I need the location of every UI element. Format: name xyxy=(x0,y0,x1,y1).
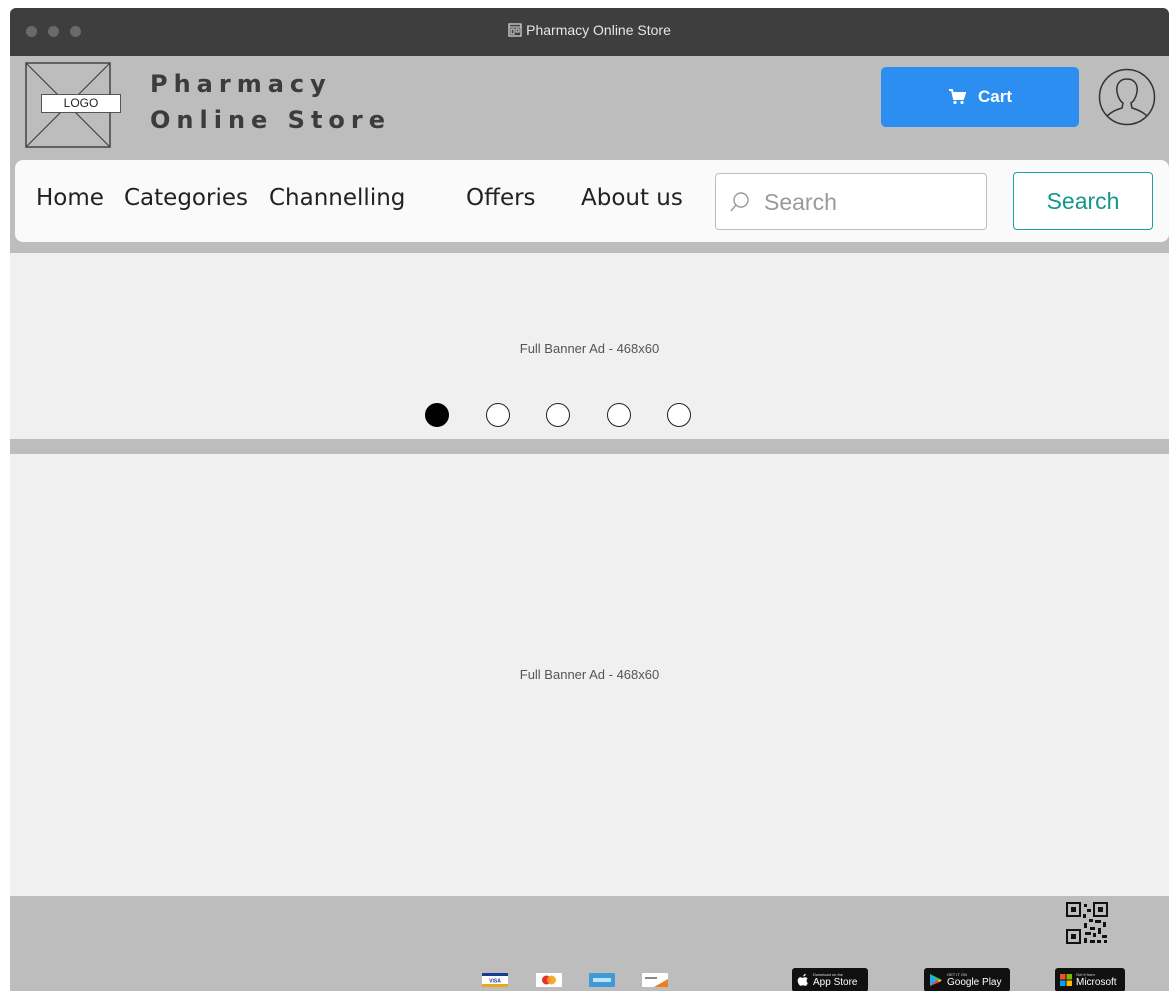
app-store-badge[interactable]: Download on the App Store xyxy=(792,968,868,991)
nav-offers[interactable]: Offers xyxy=(466,185,536,211)
brand-name[interactable]: Pharmacy Online Store xyxy=(150,66,391,138)
discover-icon xyxy=(642,973,668,987)
carousel-dot-3[interactable] xyxy=(546,403,570,427)
search-input[interactable] xyxy=(762,182,976,222)
banner-ad-carousel[interactable]: Full Banner Ad - 468x60 xyxy=(10,253,1169,439)
banner-ad-text-2: Full Banner Ad - 468x60 xyxy=(519,667,660,682)
google-play-badge[interactable]: GET IT ON Google Play xyxy=(924,968,1010,991)
mastercard-icon xyxy=(536,973,562,987)
svg-text:VISA: VISA xyxy=(489,979,501,985)
logo-label: LOGO xyxy=(41,94,121,113)
microsoft-icon xyxy=(1060,974,1072,986)
store-icon xyxy=(508,23,522,37)
carousel-dot-5[interactable] xyxy=(667,403,691,427)
user-avatar[interactable] xyxy=(1098,68,1156,126)
carousel-dot-4[interactable] xyxy=(607,403,631,427)
banner-ad-text: Full Banner Ad - 468x60 xyxy=(519,341,660,356)
search-box[interactable] xyxy=(715,173,987,230)
qr-code-icon[interactable] xyxy=(1065,901,1109,956)
visa-icon: VISA xyxy=(482,973,508,987)
brand-line-1: Pharmacy xyxy=(150,70,332,98)
nav-home[interactable]: Home xyxy=(36,185,104,211)
nav-channelling[interactable]: Channelling xyxy=(269,185,405,211)
window-title-text: Pharmacy Online Store xyxy=(526,22,671,38)
logo[interactable]: LOGO xyxy=(25,62,121,148)
app-store-big: App Store xyxy=(813,977,858,988)
banner-ad-large[interactable]: Full Banner Ad - 468x60 xyxy=(10,454,1169,896)
carousel-dot-1[interactable] xyxy=(425,403,449,427)
site-header: LOGO Pharmacy Online Store Cart xyxy=(10,56,1169,160)
main-nav: Home Categories Channelling Offers About… xyxy=(15,160,1169,242)
search-button[interactable]: Search xyxy=(1013,172,1153,230)
title-bar: Pharmacy Online Store xyxy=(10,8,1169,56)
browser-window: Pharmacy Online Store LOGO Pharmacy Onli… xyxy=(10,8,1169,991)
microsoft-big: Microsoft xyxy=(1076,977,1117,988)
search-icon xyxy=(730,192,749,212)
cart-button[interactable]: Cart xyxy=(881,67,1079,127)
nav-about-us[interactable]: About us xyxy=(581,185,683,211)
apple-icon xyxy=(797,973,808,986)
carousel-dot-2[interactable] xyxy=(486,403,510,427)
google-play-icon xyxy=(930,974,942,986)
window-title: Pharmacy Online Store xyxy=(10,22,1169,38)
microsoft-store-badge[interactable]: Get it from Microsoft xyxy=(1055,968,1125,991)
amex-icon xyxy=(589,973,615,987)
cart-icon xyxy=(948,89,966,105)
site-footer: VISA Download on the App Store GET IT ON G… xyxy=(10,896,1169,991)
google-play-big: Google Play xyxy=(947,977,1002,988)
cart-label: Cart xyxy=(977,87,1012,106)
user-icon xyxy=(1098,68,1156,126)
nav-categories[interactable]: Categories xyxy=(124,185,248,211)
brand-line-2: Online Store xyxy=(150,106,392,134)
